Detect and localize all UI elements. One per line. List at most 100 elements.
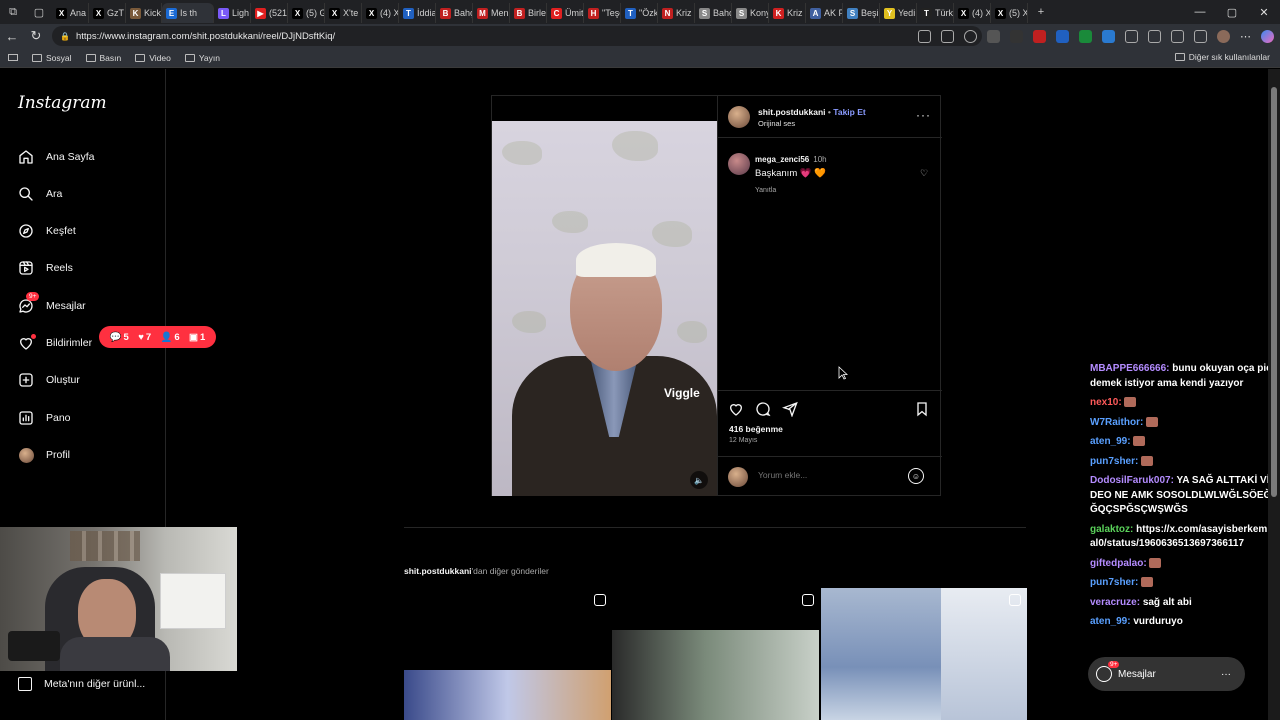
more-posts-username[interactable]: shit.postdukkani <box>404 566 472 576</box>
notifications-summary-pill[interactable]: 💬 5 ♥ 7 👤 6 ▣ 1 <box>99 326 216 348</box>
browser-tab[interactable]: K Kick <box>126 3 162 23</box>
sidebar-item-heart[interactable]: Bildirimler <box>18 334 92 351</box>
browser-tab[interactable]: ▶ (521 <box>251 3 288 23</box>
browser-tab[interactable]: B Birle <box>510 3 547 23</box>
extensions-puzzle-icon[interactable] <box>1125 29 1138 43</box>
bookmark-folder[interactable]: Sosyal <box>32 53 72 63</box>
maximize-button[interactable]: ▢ <box>1216 0 1248 24</box>
browser-tab[interactable]: T "Özk <box>621 3 658 23</box>
browser-tab[interactable]: T İddia <box>399 3 436 23</box>
browser-tab[interactable]: K Kriz <box>769 3 806 23</box>
chat-username[interactable]: DodosilFaruk007: <box>1090 475 1174 486</box>
bookmark-folder[interactable]: Video <box>135 53 171 63</box>
profile-avatar[interactable] <box>1217 29 1230 43</box>
mute-toggle-button[interactable]: 🔈 <box>690 471 708 489</box>
bookmark-folder[interactable]: Yayın <box>184 53 220 63</box>
extension-icon[interactable] <box>1010 29 1023 43</box>
close-window-button[interactable]: ✕ <box>1248 0 1280 24</box>
emoji-icon[interactable]: ☺ <box>908 468 924 484</box>
commenter-username[interactable]: mega_zenci56 <box>755 155 809 164</box>
chat-username[interactable]: pun7sher: <box>1090 577 1138 588</box>
bookmark-toggle-icon[interactable] <box>8 54 18 61</box>
reel-video[interactable]: Viggle 🔈 <box>492 121 717 496</box>
browser-tab[interactable]: Y Yedi <box>880 3 917 23</box>
collections-icon[interactable] <box>1194 29 1207 43</box>
extension-icon[interactable] <box>987 29 1000 43</box>
reply-button[interactable]: Yanıtla <box>755 187 776 194</box>
comment-icon[interactable] <box>755 401 771 417</box>
chat-username[interactable]: pun7sher: <box>1090 456 1138 467</box>
scrollbar-thumb[interactable] <box>1271 87 1277 497</box>
browser-tab[interactable]: X (4) X <box>362 3 399 23</box>
sidebar-item-reels[interactable]: Reels <box>18 260 73 276</box>
sidebar-item-messenger[interactable]: 9+ Mesajlar <box>18 292 86 314</box>
browser-tab[interactable]: X (5) G <box>288 3 325 23</box>
page-scrollbar[interactable] <box>1268 69 1280 720</box>
more-menu-icon[interactable]: ⋯ <box>1240 30 1251 43</box>
browser-tab[interactable]: M Men <box>473 3 510 23</box>
meta-more-products[interactable]: Meta'nın diğer ürünl... <box>18 677 145 691</box>
browser-tab[interactable]: S Kony <box>732 3 769 23</box>
chat-username[interactable]: nex10: <box>1090 397 1122 408</box>
chat-username[interactable]: MBAPPE666666: <box>1090 363 1169 374</box>
browser-tab[interactable]: X X'te <box>325 3 362 23</box>
original-audio-link[interactable]: Orijinal ses <box>758 119 795 128</box>
sidebar-item-avatar[interactable]: Profil <box>18 447 70 463</box>
follow-button[interactable]: Takip Et <box>833 107 865 117</box>
extension-icon[interactable] <box>1056 29 1069 43</box>
more-post-thumbnail[interactable] <box>821 588 1027 720</box>
favorites-icon[interactable] <box>1171 29 1184 43</box>
minimize-button[interactable]: — <box>1184 0 1216 24</box>
copilot-icon[interactable] <box>1261 29 1274 43</box>
sidebar-item-plus-square[interactable]: Oluştur <box>18 372 80 388</box>
read-aloud-icon[interactable] <box>941 29 954 43</box>
commenter-avatar[interactable] <box>728 153 750 175</box>
instagram-logo[interactable]: Instagram <box>18 93 107 113</box>
browser-tab[interactable]: S Bahç <box>695 3 732 23</box>
bookmark-folder[interactable]: Basın <box>85 53 121 63</box>
new-tab-button[interactable]: + <box>1028 0 1054 24</box>
browser-tab[interactable]: L Ligh <box>214 3 251 23</box>
author-username[interactable]: shit.postdukkani <box>758 107 826 117</box>
likes-count[interactable]: 416 beğenme <box>729 424 783 434</box>
browser-tab[interactable]: A AK P <box>806 3 843 23</box>
sidebar-item-dashboard[interactable]: Pano <box>18 410 71 426</box>
chat-username[interactable]: aten_99: <box>1090 616 1131 627</box>
chat-username[interactable]: W7Raithor: <box>1090 417 1143 428</box>
tab-actions-icon[interactable]: ▢ <box>26 0 52 24</box>
browser-tab[interactable]: B Bahç <box>436 3 473 23</box>
chat-username[interactable]: giftedpalao: <box>1090 558 1147 569</box>
browser-tab[interactable]: X (5) X <box>991 3 1028 23</box>
extension-icon[interactable] <box>1102 29 1115 43</box>
browser-tab[interactable]: X (4) X <box>954 3 991 23</box>
browser-tab[interactable]: SBeşik <box>843 3 880 23</box>
browser-tab[interactable]: H"Teşe <box>584 3 621 23</box>
refresh-button[interactable]: ↻ <box>24 24 48 48</box>
browser-tab[interactable]: C Ümit <box>547 3 584 23</box>
share-icon[interactable] <box>781 401 798 418</box>
back-button[interactable]: ← <box>0 24 24 48</box>
sidebar-item-home[interactable]: Ana Sayfa <box>18 149 94 165</box>
workspaces-icon[interactable]: ⧉ <box>0 0 26 24</box>
browser-tab[interactable]: N Kriz <box>658 3 695 23</box>
chat-username[interactable]: aten_99: <box>1090 436 1131 447</box>
author-avatar[interactable] <box>728 106 750 128</box>
url-field[interactable]: 🔒 https://www.instagram.com/shit.postduk… <box>52 26 982 46</box>
extension-icon[interactable] <box>1079 29 1092 43</box>
other-favorites[interactable]: Diğer sık kullanılanlar <box>1174 52 1270 62</box>
floating-messages-button[interactable]: 9+ Mesajlar ··· <box>1088 657 1245 691</box>
split-screen-icon[interactable] <box>918 29 931 43</box>
browser-tab[interactable]: T Türk <box>917 3 954 23</box>
browser-tab[interactable]: E Is th <box>162 3 214 23</box>
more-post-thumbnail[interactable] <box>404 588 611 720</box>
more-options-icon[interactable]: ··· <box>916 108 931 122</box>
browser-tab[interactable]: X Ana <box>52 3 89 23</box>
favorite-star-icon[interactable] <box>964 29 977 43</box>
chat-username[interactable]: veracruze: <box>1090 597 1140 608</box>
chat-username[interactable]: galaktoz: <box>1090 524 1133 535</box>
extension-icon[interactable] <box>1033 29 1046 43</box>
comment-like-icon[interactable]: ♡ <box>920 168 928 179</box>
sidebar-item-compass[interactable]: Keşfet <box>18 223 76 239</box>
save-bookmark-icon[interactable] <box>914 401 930 417</box>
more-icon[interactable]: ··· <box>1221 669 1231 680</box>
